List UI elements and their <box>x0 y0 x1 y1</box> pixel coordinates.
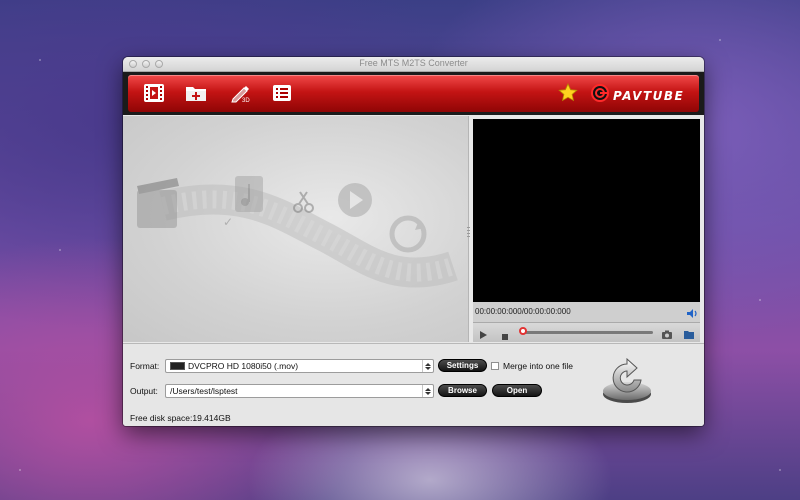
format-label: Format: <box>130 361 160 371</box>
task-list-button[interactable] <box>271 82 293 104</box>
pavtube-logo-icon <box>591 84 609 107</box>
output-stepper-icon <box>422 385 433 397</box>
settings-button[interactable]: Settings <box>438 359 487 372</box>
format-value: DVCPRO HD 1080i50 (.mov) <box>188 361 299 371</box>
file-drop-area[interactable]: ✓ <box>123 116 469 342</box>
output-label: Output: <box>130 386 158 396</box>
output-path-value: /Users/test/lsptest <box>170 386 238 396</box>
camera-icon <box>662 330 672 339</box>
video-preview <box>473 119 700 302</box>
volume-icon[interactable] <box>686 306 698 324</box>
playback-controls <box>473 323 700 342</box>
stop-icon <box>502 334 508 340</box>
brand-name: PAVTUBE <box>613 88 685 103</box>
splitter-handle[interactable] <box>467 227 470 239</box>
pencil-3d-icon: 3D <box>229 83 251 103</box>
edit-button[interactable]: 3D <box>229 82 251 104</box>
toolbar: 3D PAVTUBE <box>123 72 704 115</box>
window-title: Free MTS M2TS Converter <box>359 58 468 68</box>
add-folder-button[interactable] <box>185 82 207 104</box>
brand-logo[interactable]: PAVTUBE <box>591 84 684 107</box>
timecode-bar: 00:00:00:000/00:00:00:000 <box>473 302 700 323</box>
output-path-field[interactable]: /Users/test/lsptest <box>165 384 434 398</box>
convert-button[interactable] <box>601 357 653 404</box>
play-icon <box>480 331 487 339</box>
svg-text:✓: ✓ <box>223 215 233 229</box>
browse-button[interactable]: Browse <box>438 384 487 397</box>
format-stepper-icon <box>422 360 433 372</box>
title-bar[interactable]: Free MTS M2TS Converter <box>123 57 704 72</box>
settings-panel: Format: DVCPRO HD 1080i50 (.mov) Setting… <box>123 343 704 426</box>
add-video-button[interactable] <box>143 82 165 104</box>
disk-space-status: Free disk space:19.414GB <box>130 413 231 423</box>
merge-checkbox[interactable] <box>491 362 499 370</box>
folder-icon <box>684 331 694 339</box>
app-window: Free MTS M2TS Converter 3D PAVTUBE ✓ 00:… <box>123 57 704 426</box>
seek-slider[interactable] <box>523 331 653 334</box>
folder-plus-icon <box>185 84 207 102</box>
seek-handle[interactable] <box>519 327 527 335</box>
favorite-button[interactable] <box>558 83 578 107</box>
film-icon <box>143 83 165 103</box>
drop-area-illustration: ✓ <box>137 176 458 288</box>
star-icon <box>558 83 578 106</box>
format-select[interactable]: DVCPRO HD 1080i50 (.mov) <box>165 359 434 373</box>
merge-label: Merge into one file <box>503 361 573 371</box>
svg-text:3D: 3D <box>242 98 250 103</box>
list-icon <box>272 84 292 102</box>
format-type-icon <box>170 361 185 370</box>
convert-icon <box>603 357 651 403</box>
timecode-display: 00:00:00:000/00:00:00:000 <box>475 307 571 316</box>
open-button[interactable]: Open <box>492 384 542 397</box>
